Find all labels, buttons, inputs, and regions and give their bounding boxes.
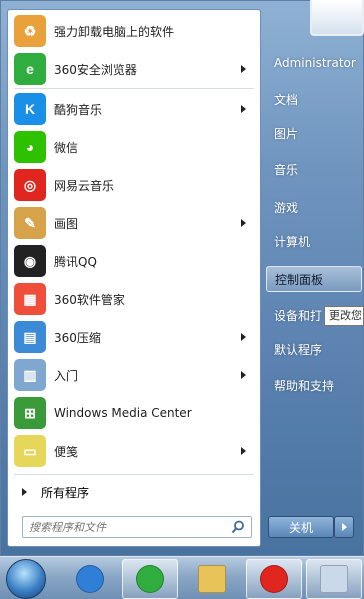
program-label: Windows Media Center [54, 406, 192, 420]
wechat-icon: ◕ [14, 131, 46, 163]
program-label: 360安全浏览器 [54, 62, 137, 77]
360-zip-icon: ▤ [14, 321, 46, 353]
getting-started-icon: ▥ [14, 359, 46, 391]
submenu-arrow-icon[interactable] [241, 105, 246, 113]
right-menu-item[interactable]: Administrator [266, 50, 362, 76]
right-menu-item[interactable]: 文档 [266, 86, 362, 112]
program-label: 360软件管家 [54, 292, 125, 307]
expand-arrow-icon [22, 488, 27, 496]
program-label: 腾讯QQ [54, 254, 97, 269]
taskbar-360-browser[interactable] [122, 559, 178, 599]
program-label: 画图 [54, 216, 79, 231]
search-icon[interactable] [231, 520, 245, 534]
right-menu-item[interactable]: 控制面板 [266, 266, 362, 292]
program-list-pane: 所有程序 ♻ 强力卸载电脑上的软件 e 360安全浏览器 K 酷狗音乐 ◕ 微信 ◎ 网易云音乐 ✎… [7, 9, 261, 547]
program-item[interactable]: K 酷狗音乐 [8, 91, 260, 127]
start-orb-button[interactable] [6, 559, 46, 599]
search-box[interactable] [22, 516, 252, 538]
right-menu-item[interactable]: 帮助和支持 [266, 372, 362, 398]
right-menu-item[interactable]: 默认程序 [266, 336, 362, 362]
right-menu-item[interactable]: 游戏 [266, 194, 362, 220]
all-programs-label: 所有程序 [41, 485, 90, 500]
right-menu-item[interactable]: 计算机 [266, 228, 362, 254]
program-item[interactable]: ⊞ Windows Media Center [8, 395, 260, 431]
sticky-notes-icon: ▭ [14, 435, 46, 467]
internet-explorer-icon [76, 565, 104, 593]
program-item[interactable]: ✎ 画图 [8, 205, 260, 241]
program-item[interactable]: ♻ 强力卸载电脑上的软件 [8, 13, 260, 49]
program-item[interactable]: e 360安全浏览器 [8, 51, 260, 87]
pinned-separator [14, 88, 254, 89]
submenu-arrow-icon[interactable] [241, 447, 246, 455]
shutdown-options-button[interactable] [334, 516, 354, 538]
program-label: 便笺 [54, 444, 79, 459]
taskbar-ie[interactable] [62, 559, 118, 599]
submenu-arrow-icon[interactable] [241, 371, 246, 379]
program-item[interactable]: ◉ 腾讯QQ [8, 243, 260, 279]
paint-icon: ✎ [14, 207, 46, 239]
folder-icon [198, 565, 226, 593]
program-item[interactable]: ▥ 入门 [8, 357, 260, 393]
360-software-manager-icon: ▦ [14, 283, 46, 315]
360-browser-icon: e [14, 53, 46, 85]
all-programs-button[interactable]: 所有程序 [8, 480, 260, 504]
qq-penguin-icon: ◉ [14, 245, 46, 277]
right-pane: Administrator 文档 图片 音乐 游戏 计算机 控制面板 设备和打 默认程序 帮助和支… [262, 0, 364, 556]
taskbar-netease-music[interactable] [246, 559, 302, 599]
taskbar-other[interactable] [306, 559, 362, 599]
program-item[interactable]: ◎ 网易云音乐 [8, 167, 260, 203]
program-label: 360压缩 [54, 330, 101, 345]
arrow-right-icon [341, 523, 347, 531]
program-item[interactable]: ▤ 360压缩 [8, 319, 260, 355]
netease-music-icon [260, 565, 288, 593]
program-item[interactable]: ▦ 360软件管家 [8, 281, 260, 317]
program-label: 酷狗音乐 [54, 102, 103, 117]
kugou-icon: K [14, 93, 46, 125]
uninstall-icon: ♻ [14, 15, 46, 47]
program-label: 网易云音乐 [54, 178, 115, 193]
program-item[interactable]: ▭ 便笺 [8, 433, 260, 469]
right-menu-item[interactable]: 音乐 [266, 156, 362, 182]
all-programs-separator [14, 474, 254, 475]
netease-music-icon: ◎ [14, 169, 46, 201]
taskbar-explorer[interactable] [184, 559, 240, 599]
program-label: 入门 [54, 368, 79, 383]
program-label: 强力卸载电脑上的软件 [54, 24, 175, 39]
control-panel-tooltip: 更改您 [324, 306, 364, 326]
program-item[interactable]: ◕ 微信 [8, 129, 260, 165]
submenu-arrow-icon[interactable] [241, 333, 246, 341]
right-menu-item[interactable]: 图片 [266, 120, 362, 146]
search-input[interactable] [29, 520, 229, 534]
program-label: 微信 [54, 140, 79, 155]
taskbar [0, 556, 364, 599]
submenu-arrow-icon[interactable] [241, 65, 246, 73]
shutdown-button[interactable]: 关机 [268, 516, 334, 538]
window-icon [320, 565, 348, 593]
360-browser-icon [136, 565, 164, 593]
windows-media-center-icon: ⊞ [14, 397, 46, 429]
submenu-arrow-icon[interactable] [241, 219, 246, 227]
